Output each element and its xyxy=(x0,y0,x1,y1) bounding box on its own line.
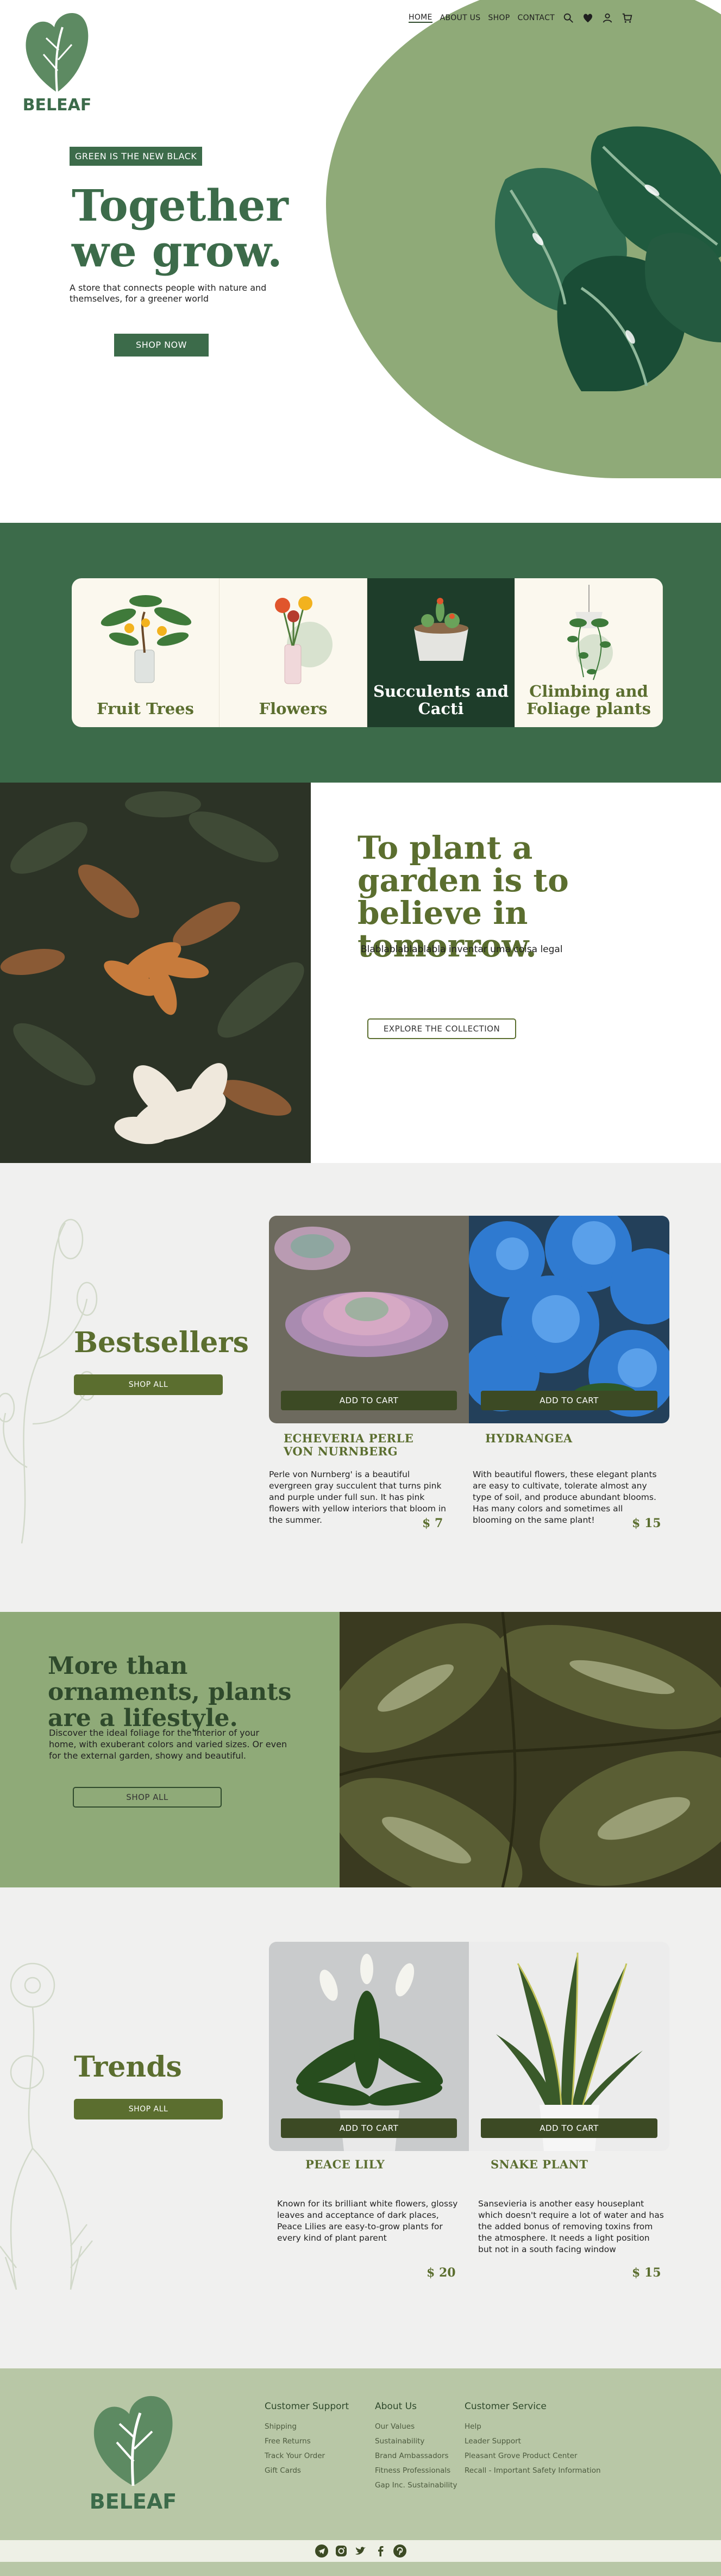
product-description: Sansevieria is another easy houseplant w… xyxy=(478,2199,664,2254)
add-to-cart-button[interactable]: ADD TO CART xyxy=(481,1391,657,1410)
product-name: ECHEVERIA PERLE VON NURNBERG xyxy=(284,1431,414,1458)
facebook-icon[interactable] xyxy=(374,2544,387,2558)
hero-section: BELEAF HOME ABOUT US SHOP CONTACT GREEN … xyxy=(0,0,721,523)
product-card-peace-lily[interactable]: ADD TO CART xyxy=(269,1942,469,2151)
telegram-icon[interactable] xyxy=(315,2544,328,2558)
user-icon[interactable] xyxy=(601,12,613,24)
hero-subtitle: A store that connects people with nature… xyxy=(70,283,267,304)
lifestyle-shop-all-button[interactable]: SHOP ALL xyxy=(73,1787,222,1808)
category-climbing-foliage[interactable]: Climbing and Foliage plants xyxy=(515,578,663,727)
product-name: PEACE LILY xyxy=(305,2158,385,2171)
footer-link-recall-info[interactable]: Recall - Important Safety Information xyxy=(465,2464,601,2478)
lifestyle-section: More than ornaments, plants are a lifest… xyxy=(0,1612,721,1887)
footer-link-fitness-professionals[interactable]: Fitness Professionals xyxy=(375,2464,457,2478)
nav-shop[interactable]: SHOP xyxy=(488,14,510,22)
category-row: Fruit Trees Flowers Succulents and Cacti xyxy=(72,578,663,727)
nav-home[interactable]: HOME xyxy=(409,13,432,23)
footer-link-product-center[interactable]: Pleasant Grove Product Center xyxy=(465,2449,601,2464)
product-price: $ 15 xyxy=(632,1516,661,1530)
product-price: $ 15 xyxy=(632,2266,661,2280)
explore-collection-button[interactable]: EXPLORE THE COLLECTION xyxy=(367,1018,516,1039)
footer-col-title: Customer Support xyxy=(265,2401,349,2412)
hero-badge: GREEN IS THE NEW BLACK xyxy=(70,147,203,166)
product-price: $ 20 xyxy=(427,2266,456,2280)
bestsellers-section: Bestsellers SHOP ALL ADD TO CART ADD TO xyxy=(0,1163,721,1612)
monstera-plant-image xyxy=(494,126,721,391)
flowers-image xyxy=(274,596,333,684)
product-name: HYDRANGEA xyxy=(485,1431,573,1445)
trends-shop-all-button[interactable]: SHOP ALL xyxy=(74,2099,223,2119)
footer-link-free-returns[interactable]: Free Returns xyxy=(265,2434,349,2449)
footer-link-our-values[interactable]: Our Values xyxy=(375,2419,457,2434)
bestsellers-shop-all-button[interactable]: SHOP ALL xyxy=(74,1374,223,1395)
footer-col-title: Customer Service xyxy=(465,2401,547,2412)
footer-col-customer-service: Customer Service Help Leader Support Ple… xyxy=(465,2401,601,2478)
cart-icon[interactable] xyxy=(621,12,633,24)
product-price: $ 7 xyxy=(422,1516,443,1530)
top-nav: HOME ABOUT US SHOP CONTACT xyxy=(409,12,633,24)
garden-title: To plant a garden is to believe in tomor… xyxy=(358,829,569,964)
footer-link-brand-ambassadors[interactable]: Brand Ambassadors xyxy=(375,2449,457,2464)
add-to-cart-button[interactable]: ADD TO CART xyxy=(481,2118,657,2138)
category-label: Fruit Trees xyxy=(97,699,194,718)
footer-link-gap-sustainability[interactable]: Gap Inc. Sustainability xyxy=(375,2478,457,2493)
footer-col-customer-support: Customer Support Shipping Free Returns T… xyxy=(265,2401,349,2478)
hero-title: Together we grow. xyxy=(72,180,289,277)
add-to-cart-button[interactable]: ADD TO CART xyxy=(281,1391,457,1410)
category-flowers[interactable]: Flowers xyxy=(220,578,367,727)
categories-section: Fruit Trees Flowers Succulents and Cacti xyxy=(0,523,721,783)
product-card-hydrangea[interactable]: ADD TO CART xyxy=(463,1216,669,1423)
succulents-image xyxy=(413,598,468,661)
pinterest-icon[interactable] xyxy=(393,2544,406,2558)
footer-link-shipping[interactable]: Shipping xyxy=(265,2419,349,2434)
product-card-snake-plant[interactable]: ADD TO CART xyxy=(469,1942,669,2151)
footer-link-help[interactable]: Help xyxy=(465,2419,601,2434)
garden-section: To plant a garden is to believe in tomor… xyxy=(0,783,721,1163)
product-description: Known for its brilliant white flowers, g… xyxy=(277,2199,458,2243)
footer: BELEAF Customer Support Shipping Free Re… xyxy=(0,2368,721,2576)
shop-now-button[interactable]: SHOP NOW xyxy=(114,334,209,357)
fruit-tree-image xyxy=(101,595,191,683)
footer-link-sustainability[interactable]: Sustainability xyxy=(375,2434,457,2449)
product-card-echeveria[interactable]: ADD TO CART xyxy=(269,1216,469,1423)
category-label: Succulents and Cacti xyxy=(373,682,509,718)
beleaf-logo[interactable]: BELEAF xyxy=(22,11,92,114)
heart-icon[interactable] xyxy=(582,12,594,24)
twitter-icon[interactable] xyxy=(354,2544,367,2558)
trends-product-images: ADD TO CART ADD TO CART xyxy=(269,1942,669,2151)
bestsellers-title: Bestsellers xyxy=(74,1326,249,1359)
category-label: Flowers xyxy=(259,699,328,718)
lifestyle-title: More than ornaments, plants are a lifest… xyxy=(48,1652,292,1732)
footer-beleaf-logo[interactable]: BELEAF xyxy=(87,2393,179,2513)
foliage-image xyxy=(567,585,613,680)
magnolia-photo xyxy=(0,783,311,1163)
trends-section: Trends SHOP ALL ADD TO CART ADD TO CART … xyxy=(0,1887,721,2368)
social-bar xyxy=(0,2540,721,2562)
product-description: With beautiful flowers, these elegant pl… xyxy=(473,1470,657,1525)
bestsellers-product-images: ADD TO CART ADD TO CART xyxy=(269,1216,669,1423)
lifestyle-subtitle: Discover the ideal foliage for the inter… xyxy=(49,1728,287,1761)
logo-text: BELEAF xyxy=(23,96,92,114)
category-succulents[interactable]: Succulents and Cacti xyxy=(367,578,515,727)
footer-col-title: About Us xyxy=(375,2401,417,2412)
footer-logo-text: BELEAF xyxy=(90,2490,177,2513)
category-fruit-trees[interactable]: Fruit Trees xyxy=(72,578,220,727)
nav-contact[interactable]: CONTACT xyxy=(518,14,555,22)
nav-about-us[interactable]: ABOUT US xyxy=(440,14,481,22)
search-icon[interactable] xyxy=(562,12,574,24)
footer-col-about-us: About Us Our Values Sustainability Brand… xyxy=(375,2401,457,2493)
trends-title: Trends xyxy=(74,2050,182,2084)
product-name: SNAKE PLANT xyxy=(491,2158,588,2171)
footer-link-gift-cards[interactable]: Gift Cards xyxy=(265,2464,349,2478)
footer-link-leader-support[interactable]: Leader Support xyxy=(465,2434,601,2449)
instagram-icon[interactable] xyxy=(335,2544,348,2558)
dieffenbachia-photo xyxy=(340,1612,721,1887)
add-to-cart-button[interactable]: ADD TO CART xyxy=(281,2118,457,2138)
category-label: Climbing and Foliage plants xyxy=(526,682,651,718)
garden-subtitle: Blablablablablabla inventar uma coisa le… xyxy=(361,944,563,955)
footer-link-track-order[interactable]: Track Your Order xyxy=(265,2449,349,2464)
